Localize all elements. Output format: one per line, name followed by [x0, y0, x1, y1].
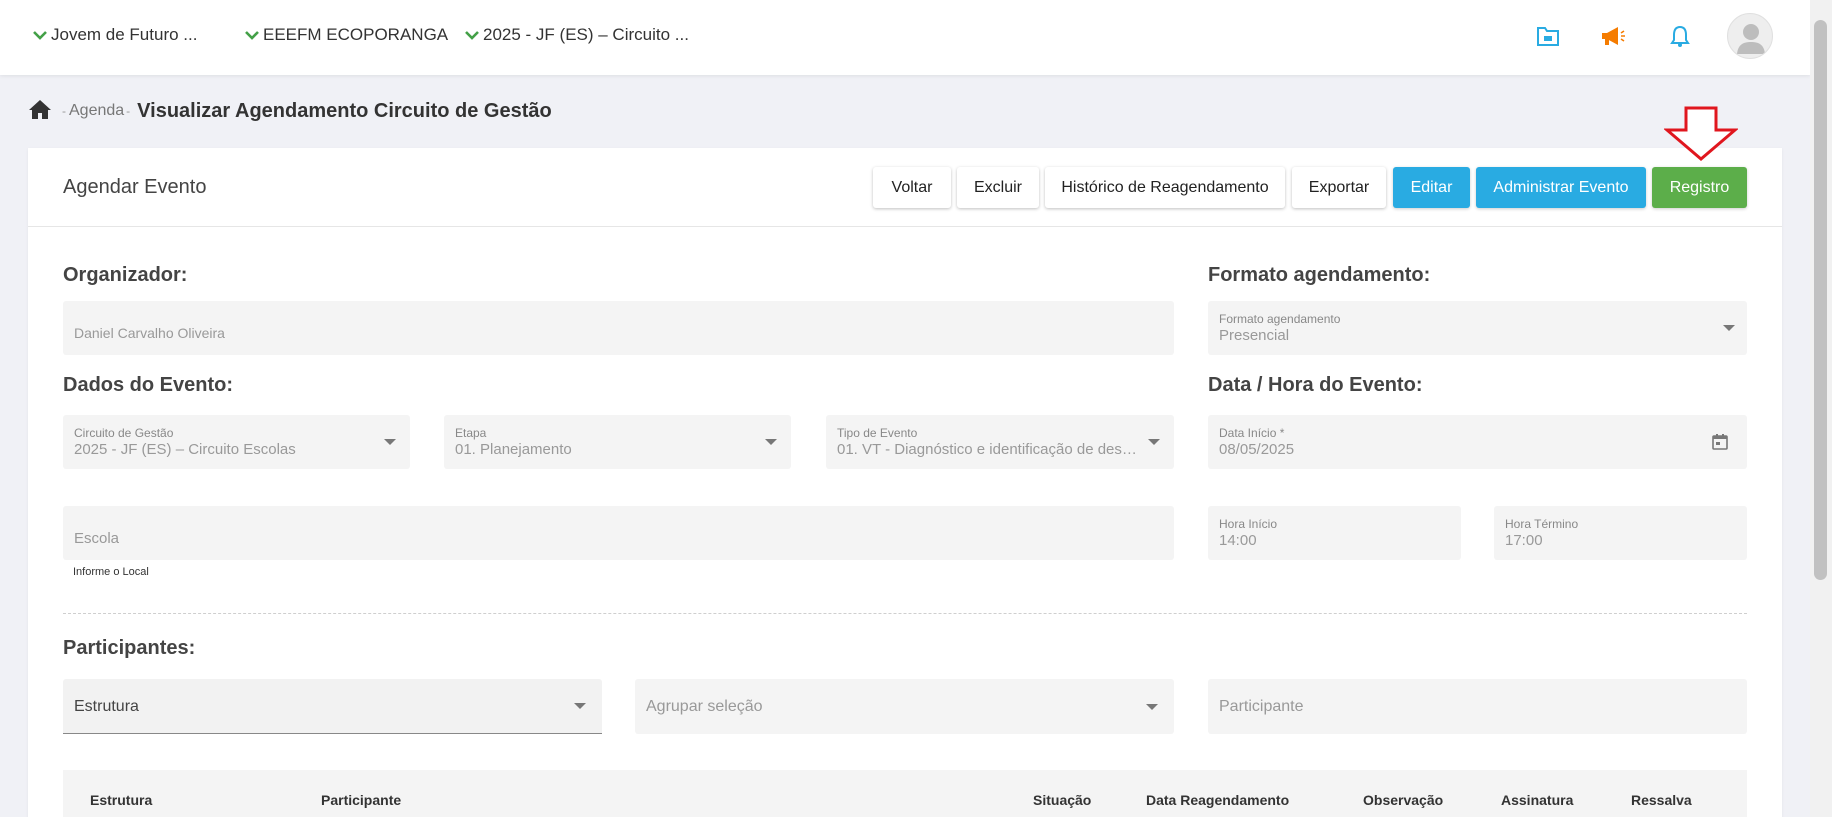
participants-table-header: Estrutura Participante Situação Data Rea… — [63, 770, 1747, 817]
escola-hint: Informe o Local — [73, 566, 149, 578]
column-header-participante[interactable]: Participante — [321, 792, 401, 808]
column-header-estrutura[interactable]: Estrutura — [90, 792, 152, 808]
section-divider — [63, 613, 1747, 614]
context-school-label: EEEFM ECOPORANGA — [263, 25, 449, 44]
tipo-evento-label: Tipo de Evento — [837, 426, 918, 440]
bell-icon[interactable] — [1666, 22, 1694, 50]
etapa-label: Etapa — [455, 426, 487, 440]
organizador-heading: Organizador: — [63, 264, 188, 286]
escola-value: Escola — [74, 530, 120, 547]
data-inicio-value: 08/05/2025 — [1219, 441, 1295, 458]
formato-heading: Formato agendamento: — [1208, 264, 1431, 286]
participante-input[interactable]: Participante — [1208, 679, 1747, 734]
calendar-icon[interactable] — [1711, 433, 1729, 456]
administrar-evento-button[interactable]: Administrar Evento — [1476, 167, 1646, 208]
chevron-down-icon — [384, 439, 396, 445]
scrollbar-thumb[interactable] — [1814, 20, 1827, 580]
column-header-data-reagendamento[interactable]: Data Reagendamento — [1146, 792, 1289, 808]
context-program-label: Jovem de Futuro ... — [51, 25, 198, 44]
dados-evento-heading: Dados do Evento: — [63, 374, 234, 396]
agrupar-selecao-placeholder: Agrupar seleção — [646, 698, 763, 715]
card-title: Agendar Evento — [63, 176, 207, 198]
exportar-button[interactable]: Exportar — [1292, 167, 1386, 208]
context-circuit-label: 2025 - JF (ES) – Circuito ... — [483, 25, 689, 44]
formato-label: Formato agendamento — [1219, 312, 1341, 326]
circuito-value: 2025 - JF (ES) – Circuito Escolas — [74, 441, 296, 458]
context-selector-circuit[interactable]: 2025 - JF (ES) – Circuito ... — [465, 25, 689, 45]
registro-button[interactable]: Registro — [1652, 167, 1747, 208]
historico-reagendamento-button[interactable]: Histórico de Reagendamento — [1045, 167, 1285, 208]
circuito-label: Circuito de Gestão — [74, 426, 174, 440]
hora-inicio-value: 14:00 — [1219, 532, 1257, 549]
breadcrumb: - Agenda - Visualizar Agendamento Circui… — [28, 98, 552, 124]
etapa-value: 01. Planejamento — [455, 441, 572, 458]
tipo-evento-value: 01. VT - Diagnóstico e identificação de … — [837, 441, 1138, 458]
agrupar-selecao-select[interactable]: Agrupar seleção — [635, 679, 1174, 734]
vertical-scrollbar[interactable] — [1810, 0, 1832, 817]
formato-value: Presencial — [1219, 327, 1290, 344]
data-inicio-label: Data Início * — [1219, 426, 1285, 440]
data-hora-heading: Data / Hora do Evento: — [1208, 374, 1423, 396]
hora-termino-field[interactable]: Hora Término 17:00 — [1494, 506, 1747, 560]
chevron-down-icon — [465, 27, 479, 43]
context-selector-school[interactable]: EEEFM ECOPORANGA — [245, 25, 448, 45]
organizador-value: Daniel Carvalho Oliveira — [74, 325, 225, 341]
context-selector-program[interactable]: Jovem de Futuro ... — [33, 25, 197, 45]
breadcrumb-link-agenda[interactable]: Agenda — [69, 102, 124, 120]
hora-termino-value: 17:00 — [1505, 532, 1543, 549]
circuito-select[interactable]: Circuito de Gestão 2025 - JF (ES) – Circ… — [63, 415, 410, 469]
top-bar: Jovem de Futuro ... EEEFM ECOPORANGA 202… — [0, 0, 1810, 75]
column-header-ressalva[interactable]: Ressalva — [1631, 792, 1692, 808]
formato-select[interactable]: Formato agendamento Presencial — [1208, 301, 1747, 355]
folder-icon[interactable] — [1534, 22, 1562, 50]
excluir-button[interactable]: Excluir — [957, 167, 1039, 208]
tipo-evento-select[interactable]: Tipo de Evento 01. VT - Diagnóstico e id… — [826, 415, 1174, 469]
hora-inicio-field[interactable]: Hora Início 14:00 — [1208, 506, 1461, 560]
etapa-select[interactable]: Etapa 01. Planejamento — [444, 415, 791, 469]
editar-button[interactable]: Editar — [1393, 167, 1470, 208]
chevron-down-icon — [1723, 325, 1735, 331]
chevron-down-icon — [1148, 439, 1160, 445]
chevron-down-icon — [33, 27, 47, 43]
chevron-down-icon — [765, 439, 777, 445]
organizador-field: Daniel Carvalho Oliveira — [63, 301, 1174, 355]
participantes-heading: Participantes: — [63, 637, 196, 659]
estrutura-value: Estrutura — [74, 698, 139, 715]
data-inicio-field[interactable]: Data Início * 08/05/2025 — [1208, 415, 1747, 469]
megaphone-icon[interactable] — [1599, 22, 1627, 50]
annotation-arrow-icon — [1662, 106, 1740, 162]
chevron-down-icon — [574, 703, 586, 709]
page-title: Visualizar Agendamento Circuito de Gestã… — [137, 99, 552, 122]
column-header-situacao[interactable]: Situação — [1033, 792, 1091, 808]
voltar-button[interactable]: Voltar — [873, 167, 951, 208]
hora-inicio-label: Hora Início — [1219, 517, 1278, 531]
user-avatar-icon[interactable] — [1727, 13, 1773, 59]
chevron-down-icon — [1146, 703, 1158, 710]
escola-field[interactable]: Escola — [63, 506, 1174, 560]
column-header-observacao[interactable]: Observação — [1363, 792, 1443, 808]
home-icon[interactable] — [28, 98, 52, 125]
participante-placeholder: Participante — [1219, 698, 1304, 715]
card-header: Agendar Evento Voltar Excluir Histórico … — [28, 148, 1782, 227]
column-header-assinatura[interactable]: Assinatura — [1501, 792, 1573, 808]
hora-termino-label: Hora Término — [1505, 517, 1579, 531]
estrutura-select[interactable]: Estrutura — [63, 679, 602, 734]
breadcrumb-separator: - — [62, 104, 66, 118]
event-card: Agendar Evento Voltar Excluir Histórico … — [28, 148, 1782, 817]
chevron-down-icon — [245, 27, 259, 43]
breadcrumb-separator: - — [126, 104, 131, 118]
